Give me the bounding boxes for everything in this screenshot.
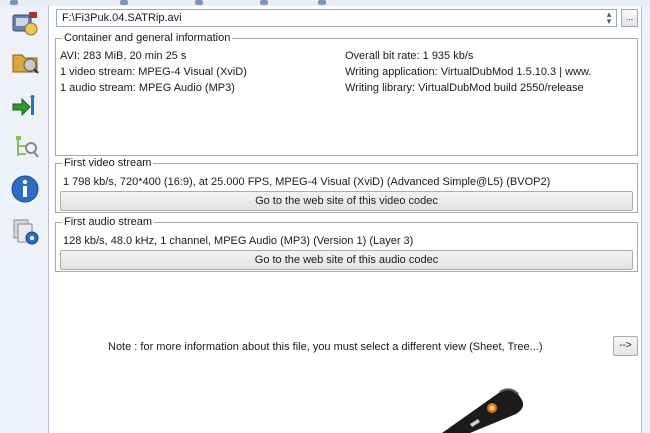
- window-right-edge: [641, 6, 650, 433]
- file-path: F:\Fi3Puk.04.SATRip.avi: [62, 12, 182, 24]
- open-file-button[interactable]: [8, 8, 42, 38]
- toolbar-icon-c[interactable]: [260, 0, 268, 5]
- audio-codec-website-button[interactable]: Go to the web site of this audio codec: [60, 250, 633, 270]
- toolbar-icon-b[interactable]: [195, 0, 203, 5]
- about-info-icon: [11, 175, 39, 203]
- container-info-line: AVI: 283 MiB, 20 min 25 s: [60, 50, 187, 62]
- preferences-button[interactable]: [8, 216, 42, 246]
- view-note: Note : for more information about this f…: [108, 341, 543, 353]
- audio-legend: First audio stream: [62, 216, 155, 228]
- preferences-icon: [13, 219, 39, 245]
- tree-view-icon: [16, 136, 39, 158]
- tree-view-button[interactable]: [8, 132, 42, 162]
- video-info: 1 798 kb/s, 720*400 (16:9), at 25.000 FP…: [63, 176, 551, 188]
- container-info-line: Writing library: VirtualDubMod build 255…: [345, 82, 584, 94]
- open-file-icon: [12, 12, 38, 36]
- audio-stream-group: First audio stream 128 kb/s, 48.0 kHz, 1…: [55, 216, 638, 272]
- browse-button[interactable]: ...: [621, 9, 638, 27]
- video-legend: First video stream: [62, 157, 154, 169]
- export-icon: [12, 95, 35, 117]
- video-stream-group: First video stream 1 798 kb/s, 720*400 (…: [55, 157, 638, 213]
- toolbar-icon-d[interactable]: [318, 0, 326, 5]
- sidebar: [0, 6, 49, 433]
- change-view-button[interactable]: -->: [613, 336, 638, 356]
- open-folder-icon: [12, 54, 39, 74]
- toolbar-open-icon[interactable]: [10, 0, 18, 5]
- open-folder-button[interactable]: [8, 46, 42, 76]
- video-codec-website-button[interactable]: Go to the web site of this video codec: [60, 191, 633, 211]
- container-info-group: Container and general information AVI: 2…: [55, 32, 638, 156]
- container-info-line: Writing application: VirtualDubMod 1.5.1…: [345, 66, 592, 78]
- file-select-combo[interactable]: F:\Fi3Puk.04.SATRip.avi ▴ ▾: [56, 9, 617, 27]
- usb-key-image: [442, 388, 524, 433]
- export-button[interactable]: [8, 92, 42, 122]
- container-info-line: 1 video stream: MPEG-4 Visual (XviD): [60, 66, 247, 78]
- container-info-line: 1 audio stream: MPEG Audio (MP3): [60, 82, 235, 94]
- toolbar-icon-a[interactable]: [120, 0, 128, 5]
- about-button[interactable]: [8, 174, 42, 204]
- container-legend: Container and general information: [62, 32, 233, 44]
- audio-info: 128 kb/s, 48.0 kHz, 1 channel, MPEG Audi…: [63, 235, 414, 247]
- container-info-line: Overall bit rate: 1 935 kb/s: [345, 50, 474, 62]
- combo-arrows-icon[interactable]: ▴ ▾: [605, 10, 613, 26]
